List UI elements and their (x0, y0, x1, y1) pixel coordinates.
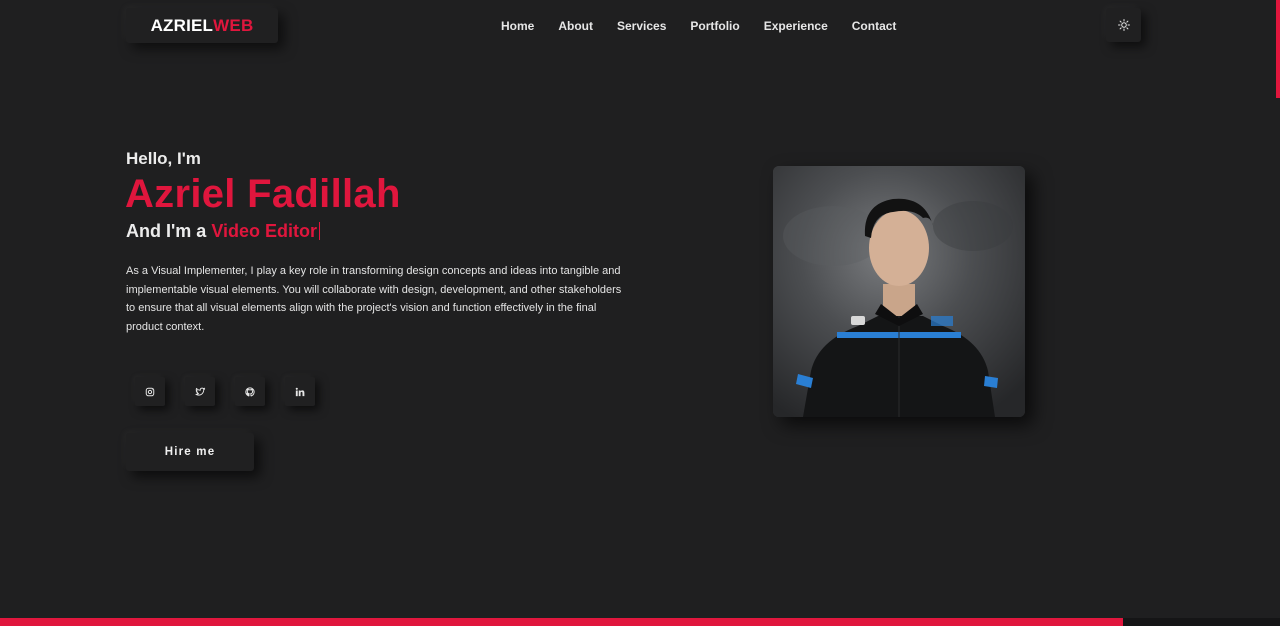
nav-about[interactable]: About (546, 18, 605, 34)
progress-bar (0, 618, 1123, 626)
social-links (135, 377, 315, 406)
main-nav: Home About Services Portfolio Experience… (489, 18, 908, 34)
github-link[interactable] (235, 377, 265, 406)
linkedin-icon (295, 387, 305, 396)
twitter-link[interactable] (185, 377, 215, 406)
role-highlight: Video Editor (211, 221, 317, 241)
hero-name: Azriel Fadillah (125, 172, 401, 216)
brand-name-part1: AZRIEL (150, 15, 214, 35)
linkedin-link[interactable] (285, 377, 315, 406)
nav-services[interactable]: Services (605, 18, 678, 34)
instagram-icon (145, 387, 155, 396)
sun-icon (1117, 19, 1130, 31)
hero-greeting: Hello, I'm (126, 149, 201, 168)
portrait-illustration (773, 166, 1025, 417)
role-prefix: And I'm a (126, 221, 207, 241)
twitter-icon (194, 387, 205, 396)
scroll-indicator (1276, 0, 1280, 98)
hero-role: And I'm a Video Editor (126, 221, 320, 242)
nav-home[interactable]: Home (489, 18, 546, 34)
instagram-link[interactable] (135, 377, 165, 406)
nav-portfolio[interactable]: Portfolio (678, 18, 751, 34)
typing-cursor (319, 222, 320, 240)
github-icon (245, 386, 255, 396)
brand-name-part2: WEB (213, 15, 254, 35)
nav-experience[interactable]: Experience (752, 18, 840, 34)
hire-me-button[interactable]: Hire me (126, 433, 254, 471)
hero-description: As a Visual Implementer, I play a key ro… (126, 265, 622, 333)
progress-track (1123, 618, 1280, 626)
nav-contact[interactable]: Contact (840, 18, 909, 34)
brand-logo[interactable]: AZRIEL WEB (126, 8, 278, 43)
profile-photo (773, 166, 1025, 417)
theme-toggle-button[interactable] (1106, 8, 1141, 42)
